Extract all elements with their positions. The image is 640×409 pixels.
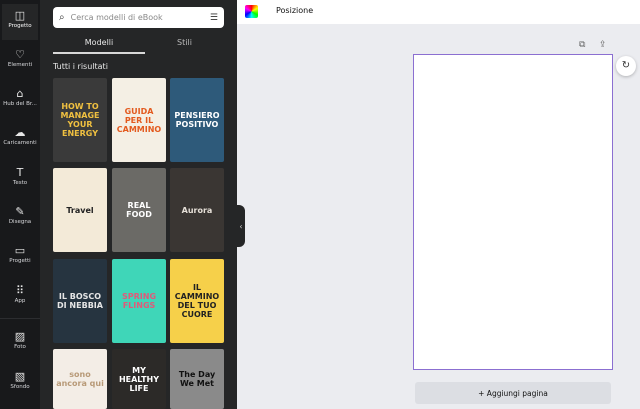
color-picker-icon[interactable] [245, 5, 258, 18]
position-button[interactable]: Posizione [276, 6, 313, 15]
template-thumbnail[interactable]: sono ancora qui [53, 349, 107, 409]
duplicate-page-icon[interactable]: ⧉ [579, 40, 585, 50]
template-thumbnail[interactable]: Travel [53, 168, 107, 252]
sidebar-item-progetti[interactable]: ▭ Progetti [2, 239, 38, 275]
sidebar-item-hub-del-br[interactable]: ⌂ Hub del Br... [2, 82, 38, 118]
template-title: GUIDA PER IL CAMMINO [116, 106, 162, 134]
template-thumbnail[interactable]: The Day We Met [170, 349, 224, 409]
sidebar-item-label: Progetti [9, 258, 31, 264]
sidebar-item-elementi[interactable]: ♡ Elementi [2, 43, 38, 79]
template-thumbnail[interactable]: GUIDA PER IL CAMMINO [112, 78, 166, 162]
sidebar-item-label: Elementi [7, 62, 33, 68]
layout-icon: ◫ [14, 9, 26, 22]
template-title: The Day We Met [178, 370, 216, 388]
sidebar-item-label: Testo [12, 180, 28, 186]
refresh-icon[interactable]: ↻ [616, 56, 636, 76]
template-title: Aurora [181, 205, 213, 215]
template-title: REAL FOOD [126, 201, 152, 219]
sidebar-item-caricamenti[interactable]: ☁ Caricamenti [2, 121, 38, 157]
template-thumbnail[interactable]: SPRING FLINGS [112, 259, 166, 343]
template-thumbnail[interactable]: IL CAMMINO DEL TUO CUORE [170, 259, 224, 343]
design-page[interactable] [413, 54, 613, 370]
rail-divider [0, 318, 40, 319]
photo-icon: ▨ [14, 330, 26, 343]
add-page-button[interactable]: + Aggiungi pagina [415, 382, 611, 404]
templates-panel: ⌕ Cerca modelli di eBook ☰ Modelli Stili… [40, 0, 237, 409]
template-thumbnail[interactable]: PENSIERO POSITIVO [170, 78, 224, 162]
section-title: Tutti i risultati [53, 62, 108, 71]
template-thumbnail[interactable]: REAL FOOD [112, 168, 166, 252]
background-icon: ▧ [14, 370, 26, 383]
collapse-panel-button[interactable]: ‹ [237, 205, 245, 247]
sidebar-item-label: App [14, 298, 26, 304]
filter-icon[interactable]: ☰ [210, 13, 218, 23]
sidebar-item-label: Disegna [8, 219, 32, 225]
draw-icon: ✎ [15, 205, 25, 218]
sidebar-item-label: Foto [14, 344, 26, 350]
folder-icon: ▭ [14, 244, 26, 257]
sidebar-item-disegna[interactable]: ✎ Disegna [2, 200, 38, 236]
top-bar: Posizione [237, 0, 640, 24]
template-title: IL BOSCO DI NEBBIA [57, 292, 103, 310]
template-title: HOW TO MANAGE YOUR ENERGY [60, 102, 100, 138]
sidebar-item-foto[interactable]: ▨ Foto [2, 325, 38, 361]
chevron-left-icon: ‹ [239, 221, 243, 231]
sidebar-item-label: Hub del Br... [3, 101, 37, 107]
shapes-icon: ♡ [15, 48, 25, 61]
template-thumbnail[interactable]: IL BOSCO DI NEBBIA [53, 259, 107, 343]
template-title: sono ancora qui [56, 370, 104, 388]
sidebar-item-sfondo[interactable]: ▧ Sfondo [2, 365, 38, 401]
side-rail: ◫ Progetto ♡ Elementi ⌂ Hub del Br... ☁ Caricam… [0, 0, 40, 409]
cloud-upload-icon: ☁ [14, 126, 26, 139]
tab-modelli[interactable]: Modelli [53, 38, 145, 47]
sidebar-item-app[interactable]: ⠿ App [2, 279, 38, 315]
search-input[interactable]: ⌕ Cerca modelli di eBook ☰ [53, 7, 224, 28]
apps-grid-icon: ⠿ [15, 284, 25, 297]
sidebar-item-label: Progetto [8, 23, 32, 29]
sidebar-item-label: Caricamenti [3, 140, 37, 146]
tab-stili[interactable]: Stili [145, 38, 224, 47]
active-tab-indicator [53, 52, 145, 54]
template-title: IL CAMMINO DEL TUO CUORE [174, 283, 220, 319]
search-placeholder: Cerca modelli di eBook [70, 13, 163, 22]
template-thumbnail[interactable]: Aurora [170, 168, 224, 252]
sidebar-item-testo[interactable]: T Testo [2, 161, 38, 197]
brand-hub-icon: ⌂ [16, 87, 24, 100]
template-thumbnail[interactable]: HOW TO MANAGE YOUR ENERGY [53, 78, 107, 162]
template-title: MY HEALTHY LIFE [118, 365, 160, 393]
search-icon: ⌕ [59, 12, 65, 23]
sidebar-item-label: Sfondo [10, 384, 30, 390]
sidebar-item-progetto[interactable]: ◫ Progetto [2, 4, 38, 40]
template-title: SPRING FLINGS [121, 292, 157, 310]
template-thumbnail[interactable]: MY HEALTHY LIFE [112, 349, 166, 409]
text-icon: T [16, 166, 24, 179]
template-title: PENSIERO POSITIVO [174, 111, 220, 129]
add-page-icon[interactable]: ⇪ [599, 40, 607, 50]
template-title: Travel [66, 205, 94, 215]
